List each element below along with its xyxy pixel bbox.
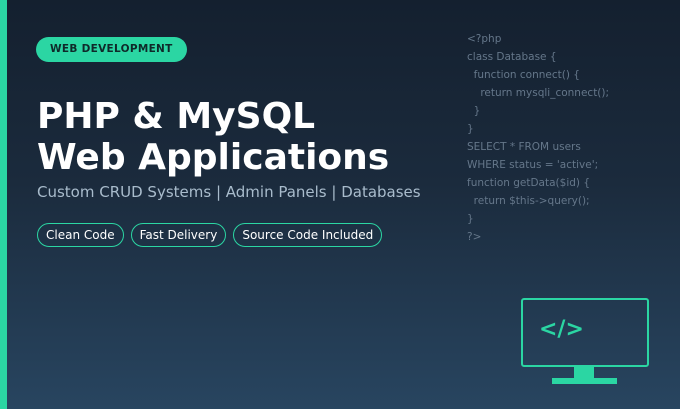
code-line: } xyxy=(467,123,474,135)
monitor-stand-base xyxy=(552,378,617,384)
feature-tags: Clean Code Fast Delivery Source Code Inc… xyxy=(37,223,383,247)
tag-clean-code: Clean Code xyxy=(37,223,124,247)
code-line: function connect() { xyxy=(467,69,580,81)
headline-line-2: Web Applications xyxy=(37,137,390,178)
accent-bar xyxy=(0,0,7,409)
monitor-icon: </> xyxy=(521,298,649,367)
code-snippet: <?php class Database { function connect()… xyxy=(467,30,609,246)
headline-line-1: PHP & MySQL xyxy=(37,96,316,137)
banner: WEB DEVELOPMENT PHP & MySQL Web Applicat… xyxy=(0,0,680,409)
tag-fast-delivery: Fast Delivery xyxy=(130,223,227,247)
tag-source-code-included: Source Code Included xyxy=(233,223,383,247)
category-badge: WEB DEVELOPMENT xyxy=(36,37,187,62)
code-line: class Database { xyxy=(467,51,557,63)
code-line: return mysqli_connect(); xyxy=(467,87,610,99)
code-line: function getData($id) { xyxy=(467,177,591,189)
code-line: SELECT * FROM users xyxy=(467,141,581,153)
code-line: } xyxy=(467,105,481,117)
code-line: WHERE status = 'active'; xyxy=(467,159,599,171)
code-line: } xyxy=(467,213,474,225)
headline: PHP & MySQL Web Applications xyxy=(37,96,389,178)
code-line: ?> xyxy=(467,231,482,243)
code-line: return $this->query(); xyxy=(467,195,590,207)
code-brackets-icon: </> xyxy=(539,317,584,342)
subtitle: Custom CRUD Systems | Admin Panels | Dat… xyxy=(37,183,421,201)
code-line: <?php xyxy=(467,33,502,45)
monitor-screen: </> xyxy=(521,298,649,367)
